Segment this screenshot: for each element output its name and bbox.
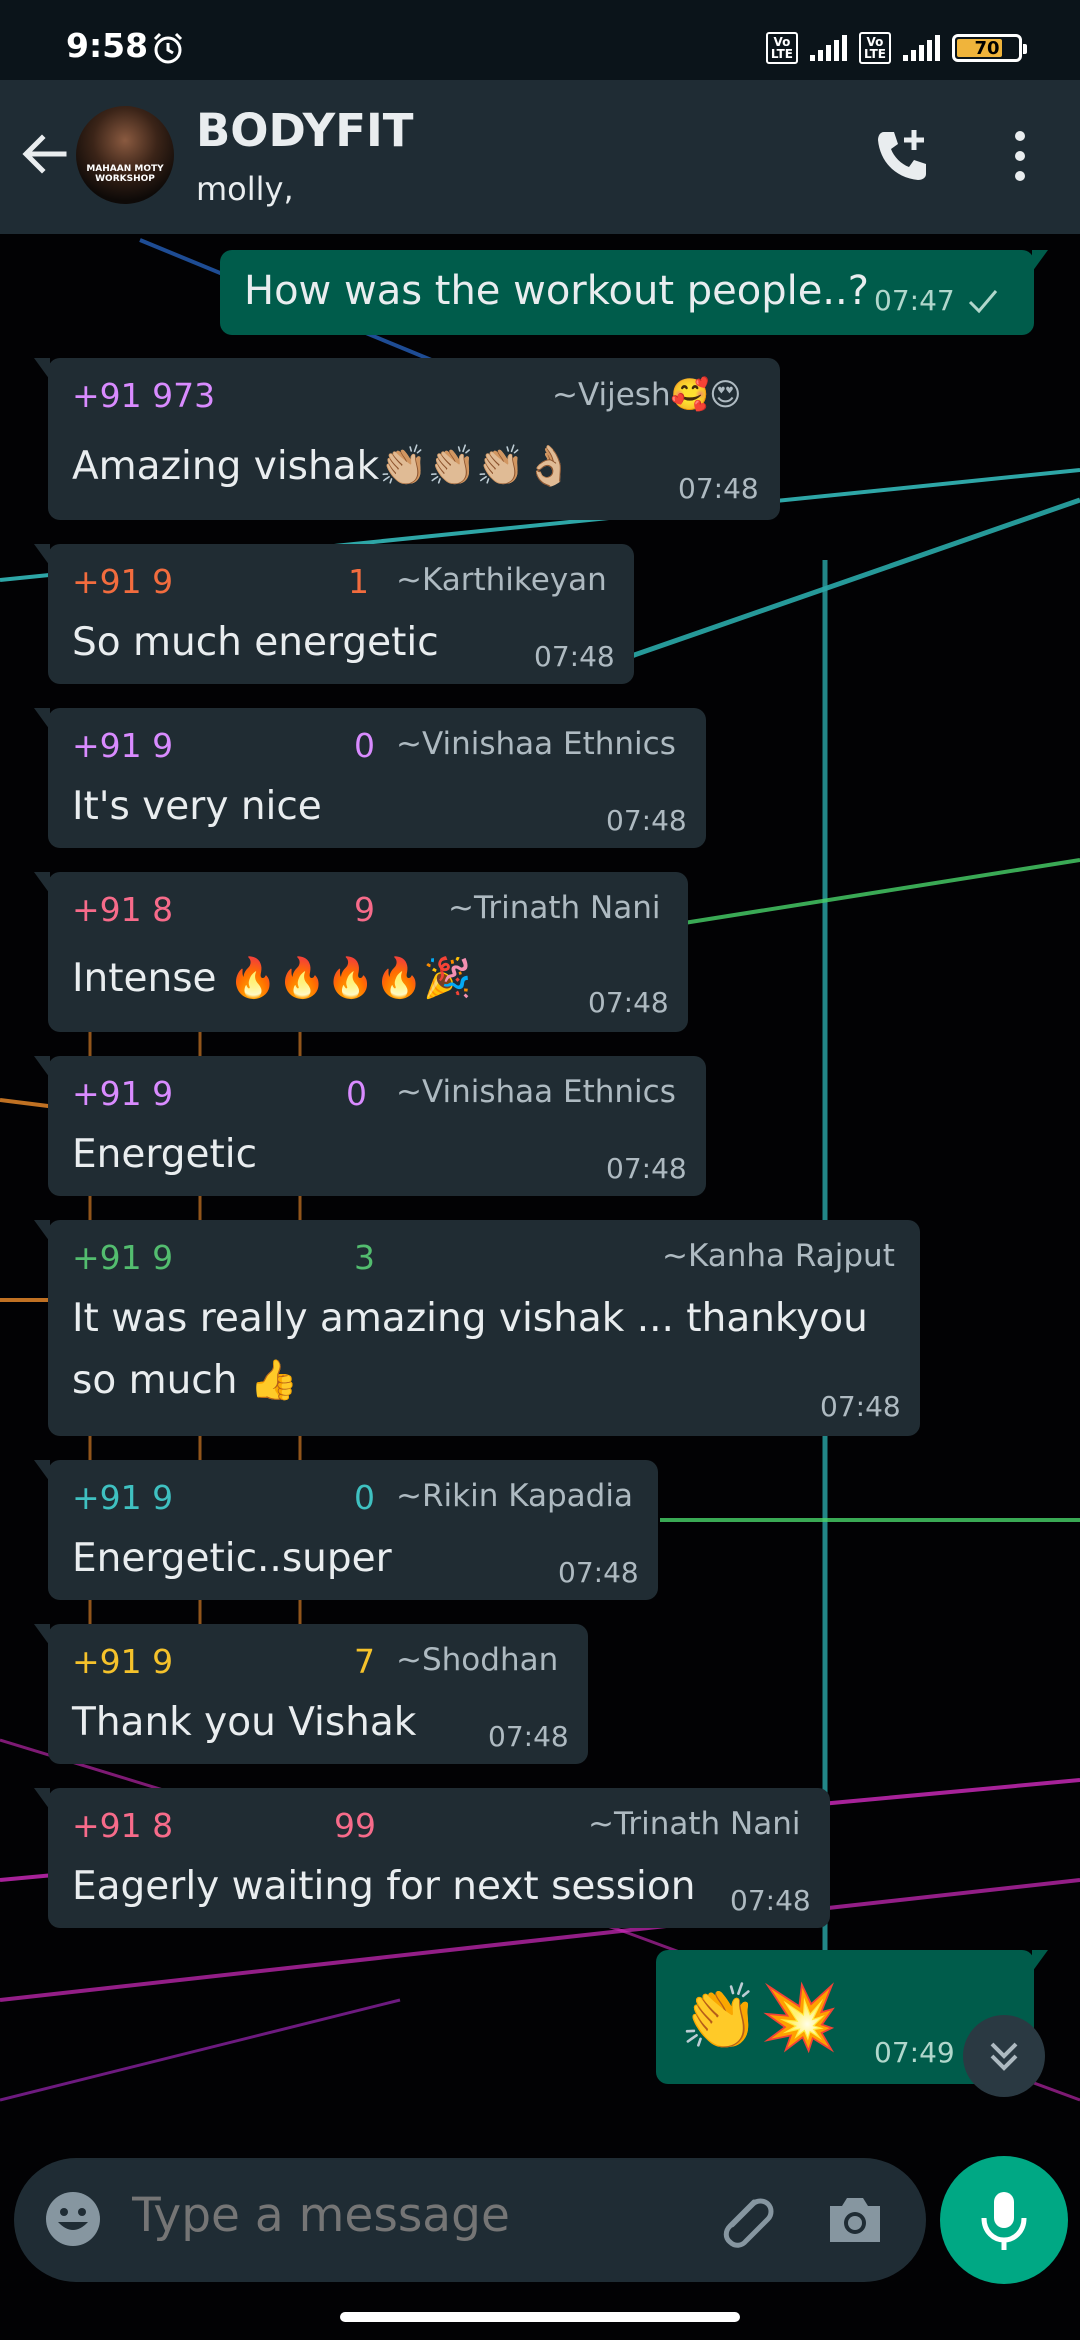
sender-alias: ~Vinishaa Ethnics [396, 1074, 676, 1110]
message-text: Eagerly waiting for next session [72, 1864, 696, 1909]
sender-phone: +91 9 [72, 1642, 174, 1681]
message-time: 07:49 [874, 2036, 955, 2069]
signal-icon [809, 35, 847, 61]
message-incoming[interactable]: +91 9 1 ~Karthikeyan So much energetic 0… [34, 544, 634, 684]
sender-phone: +91 973 [72, 376, 216, 415]
sender-phone-end: 0 [354, 726, 375, 765]
sent-check-icon [968, 290, 998, 314]
message-text: Energetic..super [72, 1536, 392, 1581]
emoji-icon[interactable] [42, 2188, 104, 2250]
message-incoming[interactable]: +91 9 0 ~Rikin Kapadia Energetic..super … [34, 1460, 658, 1600]
signal-4g-icon [903, 35, 940, 61]
message-incoming[interactable]: +91 9 0 ~Vinishaa Ethnics It's very nice… [34, 708, 706, 848]
message-time: 07:48 [534, 640, 615, 673]
sender-alias: ~Karthikeyan [396, 562, 607, 598]
message-incoming[interactable]: +91 8 9 ~Trinath Nani Intense 🔥🔥🔥🔥🎉 07:4… [34, 872, 688, 1032]
group-avatar[interactable]: MAHAAN MOTY WORKSHOP [76, 106, 174, 204]
scroll-to-bottom-button[interactable] [963, 2015, 1045, 2097]
message-text-line-2: so much 👍 [72, 1358, 299, 1403]
message-text: How was the workout people..? [244, 268, 869, 314]
sender-phone: +91 8 [72, 890, 174, 929]
message-text: Thank you Vishak [72, 1700, 417, 1745]
alarm-icon [153, 32, 183, 64]
message-text: It's very nice [72, 784, 322, 829]
paperclip-icon[interactable] [714, 2188, 778, 2252]
battery-icon: 70 [952, 34, 1027, 62]
avatar-logo: MAHAAN MOTY WORKSHOP [86, 164, 164, 184]
add-call-icon[interactable] [872, 126, 932, 186]
volte-icon-2: Vo LTE [858, 32, 891, 64]
sender-alias: ~Kanha Rajput [662, 1238, 895, 1274]
sender-alias: ~Trinath Nani [448, 890, 661, 926]
sender-phone: +91 9 [72, 562, 174, 601]
message-time: 07:48 [730, 1884, 811, 1917]
sender-phone: +91 9 [72, 726, 174, 765]
sender-phone: +91 8 [72, 1806, 174, 1845]
sender-alias: ~Shodhan [396, 1642, 559, 1678]
volte-icon: Vo LTE [765, 32, 798, 64]
message-input[interactable] [132, 2188, 692, 2243]
message-time: 07:48 [820, 1390, 901, 1423]
message-time: 07:48 [488, 1720, 569, 1753]
sender-alias: ~Vijesh🥰😍 [552, 377, 742, 413]
arrow-left-icon[interactable] [18, 128, 70, 180]
chat-subtitle[interactable]: molly, [196, 170, 294, 208]
sender-phone-end: 99 [334, 1806, 376, 1845]
message-time: 07:48 [558, 1556, 639, 1589]
sender-phone-end: 1 [348, 562, 369, 601]
message-text: Amazing vishak👏🏼👏🏼👏🏼👌🏼 [72, 444, 574, 489]
sender-alias: ~Rikin Kapadia [396, 1478, 633, 1514]
sender-phone-end: 9 [354, 890, 375, 929]
message-incoming[interactable]: +91 973 ~Vijesh🥰😍 Amazing vishak👏🏼👏🏼👏🏼👌🏼… [34, 358, 780, 520]
message-time: 07:48 [606, 804, 687, 837]
chat-title[interactable]: BODYFIT [196, 104, 413, 157]
message-time: 07:48 [606, 1152, 687, 1185]
message-text-line-1: It was really amazing vishak ... thankyo… [72, 1296, 868, 1341]
home-indicator[interactable] [340, 2312, 740, 2322]
voice-message-button[interactable] [940, 2156, 1068, 2284]
message-incoming[interactable]: +91 9 3 ~Kanha Rajput It was really amaz… [34, 1220, 920, 1436]
message-incoming[interactable]: +91 8 99 ~Trinath Nani Eagerly waiting f… [34, 1788, 830, 1928]
message-text: So much energetic [72, 620, 439, 665]
message-text: 👏💥 [680, 1981, 840, 2055]
sender-phone-end: 0 [354, 1478, 375, 1517]
chat-header: MAHAAN MOTY WORKSHOP BODYFIT molly, [0, 80, 1080, 234]
message-composer [14, 2158, 926, 2282]
message-outgoing[interactable]: How was the workout people..? 07:47 [220, 250, 1048, 335]
sender-alias: ~Trinath Nani [588, 1806, 801, 1842]
sender-phone: +91 9 [72, 1478, 174, 1517]
camera-icon[interactable] [824, 2190, 886, 2250]
message-incoming[interactable]: +91 9 0 ~Vinishaa Ethnics Energetic 07:4… [34, 1056, 706, 1196]
message-text: Intense 🔥🔥🔥🔥🎉 [72, 956, 472, 1001]
message-text: Energetic [72, 1132, 258, 1177]
message-incoming[interactable]: +91 9 7 ~Shodhan Thank you Vishak 07:48 [34, 1624, 588, 1764]
sender-phone: +91 9 [72, 1238, 174, 1277]
more-vert-icon[interactable] [1000, 126, 1040, 186]
message-time: 07:48 [588, 986, 669, 1019]
battery-level: 70 [974, 37, 1000, 59]
status-bar: 9:58 Vo LTE Vo LTE 70 [0, 0, 1080, 80]
message-time: 07:47 [874, 284, 955, 317]
sender-phone: +91 9 [72, 1074, 174, 1113]
sender-alias: ~Vinishaa Ethnics [396, 726, 676, 762]
sender-phone-end: 3 [354, 1238, 375, 1277]
sender-phone-end: 0 [346, 1074, 367, 1113]
chevron-double-down-icon [990, 2042, 1018, 2071]
sender-phone-end: 7 [354, 1642, 375, 1681]
status-time: 9:58 [66, 26, 149, 65]
message-time: 07:48 [678, 472, 759, 505]
mic-icon [981, 2192, 1027, 2250]
